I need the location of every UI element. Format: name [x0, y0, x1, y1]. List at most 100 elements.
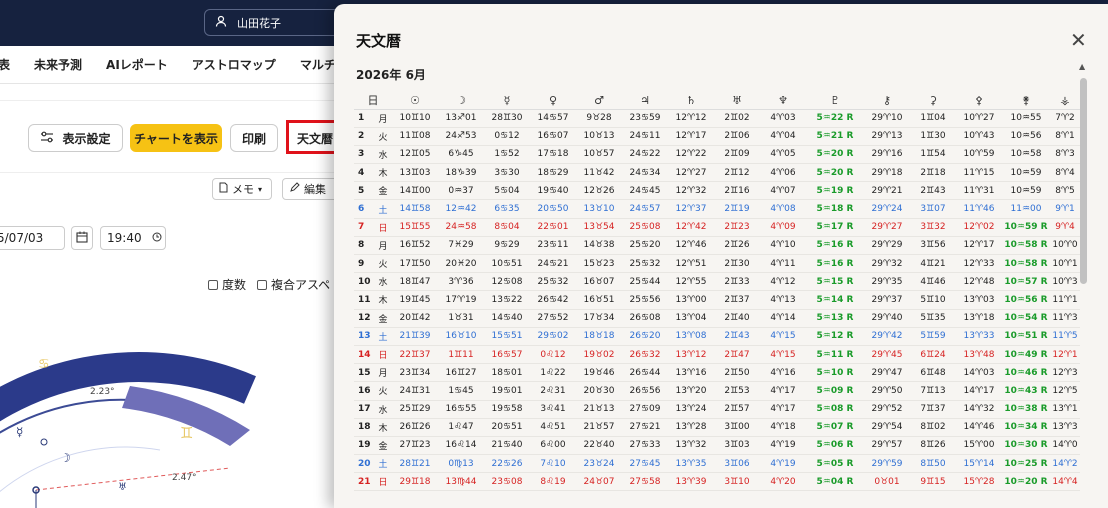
nav-item-chronology[interactable]: 年表	[0, 56, 10, 73]
position-cell: 3♌41	[530, 400, 576, 419]
position-cell: 27♊23	[392, 436, 438, 456]
position-cell: 21♉13	[576, 400, 622, 419]
position-cell: 2♊23	[714, 218, 760, 237]
print-button[interactable]: 印刷	[230, 124, 278, 152]
table-row: 8 月 16♊52 7♓29 9♋29 23♋11 14♉38 25♋20 12♈46 2♊26 4…	[354, 236, 1080, 256]
position-cell: 4♈07	[760, 181, 806, 201]
position-cell: 12♈1	[1050, 345, 1080, 365]
calendar-button[interactable]	[71, 226, 93, 250]
composite-aspect-option[interactable]: 複合アスペ	[257, 276, 330, 293]
day-number: 18	[354, 418, 374, 437]
position-cell: 15♈28	[956, 472, 1002, 492]
position-cell: 9♈4	[1050, 218, 1080, 237]
display-settings-button[interactable]: 表示設定	[28, 124, 123, 152]
day-number: 19	[354, 436, 374, 456]
day-number: 14	[354, 345, 374, 365]
position-cell: 9♊15	[910, 472, 956, 492]
column-header-planet: ♆	[760, 92, 806, 110]
position-cell: 3♈36	[438, 272, 484, 292]
position-cell: 5♒16 R	[806, 236, 864, 256]
wheel-degree-label-2: 2.47°	[172, 473, 197, 483]
position-cell: 26♋20	[622, 327, 668, 346]
position-cell: 29♈35	[864, 272, 910, 292]
ephemeris-panel: 天文暦 ✕ 2026年 6月 ▲ 日 ☉ ☽ ☿ ♀ ♂ ♃ ♄ ♅ ♆ ♇ ⚷ ⚳ ⚴ ⚵ ⚶ 1 月 10♊1…	[334, 4, 1108, 508]
edit-button[interactable]: 編集	[282, 178, 340, 200]
position-cell: 28♊30	[484, 109, 530, 128]
position-cell: 3♊56	[910, 236, 956, 256]
position-cell: 3♊00	[714, 418, 760, 437]
position-cell: 17♈19	[438, 290, 484, 310]
degrees-option[interactable]: 度数	[208, 276, 246, 293]
position-cell: 7♊13	[910, 381, 956, 401]
degrees-checkbox[interactable]	[208, 279, 218, 290]
position-cell: 5♊10	[910, 290, 956, 310]
memo-button[interactable]: メモ ▾	[212, 178, 272, 200]
position-cell: 15♉23	[576, 254, 622, 274]
position-cell: 4♌51	[530, 418, 576, 437]
weekday: 火	[374, 254, 392, 274]
birth-date-field[interactable]: 5/07/03	[0, 226, 65, 250]
birth-time-field[interactable]: 19:40	[100, 226, 166, 250]
chart-wheel: ♋ ♊ ☿ ☽ ♅ 2.23° 2.47°	[0, 330, 340, 508]
column-header-planet: ☽	[438, 92, 484, 110]
position-cell: 3♊10	[714, 472, 760, 492]
position-cell: 29♈57	[864, 436, 910, 456]
position-cell: 2♊47	[714, 345, 760, 365]
column-header-planet: ♀	[530, 92, 576, 110]
weekday: 土	[374, 327, 392, 346]
weekday: 木	[374, 290, 392, 310]
position-cell: 10♒49 R	[1002, 345, 1050, 365]
position-cell: 4♈20	[760, 472, 806, 492]
scroll-up-icon[interactable]: ▲	[1079, 62, 1085, 71]
composite-aspect-checkbox[interactable]	[257, 279, 267, 290]
position-cell: 10♈3	[1050, 272, 1080, 292]
column-header-planet: ♃	[622, 92, 668, 110]
position-cell: 12♉26	[576, 181, 622, 201]
position-cell: 8♊02	[910, 418, 956, 437]
position-cell: 19♋58	[484, 400, 530, 419]
nav-item-astro-map[interactable]: アストロマップ	[192, 56, 276, 73]
position-cell: 12♈46	[668, 236, 714, 256]
day-number: 15	[354, 363, 374, 383]
position-cell: 8♈5	[1050, 181, 1080, 201]
position-cell: 2♌31	[530, 381, 576, 401]
position-cell: 12♈17	[956, 236, 1002, 256]
position-cell: 13♈1	[1050, 400, 1080, 419]
position-cell: 20♉30	[576, 381, 622, 401]
nav-item-ai-report[interactable]: AIレポート	[106, 56, 168, 73]
close-icon[interactable]: ✕	[1070, 28, 1087, 52]
weekday: 水	[374, 145, 392, 165]
position-cell: 4♈10	[760, 236, 806, 256]
position-cell: 13♈35	[668, 454, 714, 474]
position-cell: 4♈04	[760, 127, 806, 146]
position-cell: 18♊47	[392, 272, 438, 292]
scrollbar-thumb[interactable]	[1080, 78, 1087, 284]
table-row: 2 火 11♊08 24♐53 0♋12 16♋07 10♉13 24♋11 12♈17 2♊06…	[354, 127, 1080, 146]
position-cell: 19♊45	[392, 290, 438, 310]
position-cell: 11♈5	[1050, 327, 1080, 346]
position-cell: 10♈27	[956, 109, 1002, 128]
position-cell: 18♋29	[530, 163, 576, 183]
position-cell: 14♈4	[1050, 472, 1080, 492]
position-cell: 12♈02	[956, 218, 1002, 237]
table-row: 12 金 20♊42 1♉31 14♋40 27♋52 17♉34 26♋08 13♈04 2♊4…	[354, 309, 1080, 328]
position-cell: 20♋50	[530, 199, 576, 219]
position-cell: 4♈09	[760, 218, 806, 237]
position-cell: 4♈19	[760, 454, 806, 474]
position-cell: 5♊59	[910, 327, 956, 346]
position-cell: 2♊37	[714, 290, 760, 310]
position-cell: 8♈1	[1050, 127, 1080, 146]
sub-toolbar: メモ ▾ 編集	[0, 173, 340, 205]
position-cell: 5♒17 R	[806, 218, 864, 237]
position-cell: 13♈48	[956, 345, 1002, 365]
position-cell: 4♊21	[910, 254, 956, 274]
position-cell: 10♒58 R	[1002, 236, 1050, 256]
position-cell: 3♊07	[910, 199, 956, 219]
table-row: 3 水 12♊05 6♑45 1♋52 17♋18 10♉57 24♋22 12♈22 2♊09 4…	[354, 145, 1080, 165]
show-chart-button[interactable]: チャートを表示	[130, 124, 222, 152]
position-cell: 5♒09 R	[806, 381, 864, 401]
position-cell: 19♋01	[484, 381, 530, 401]
position-cell: 5♒07 R	[806, 418, 864, 437]
position-cell: 14♋40	[484, 309, 530, 328]
nav-item-future-prediction[interactable]: 未来予測	[34, 56, 82, 73]
